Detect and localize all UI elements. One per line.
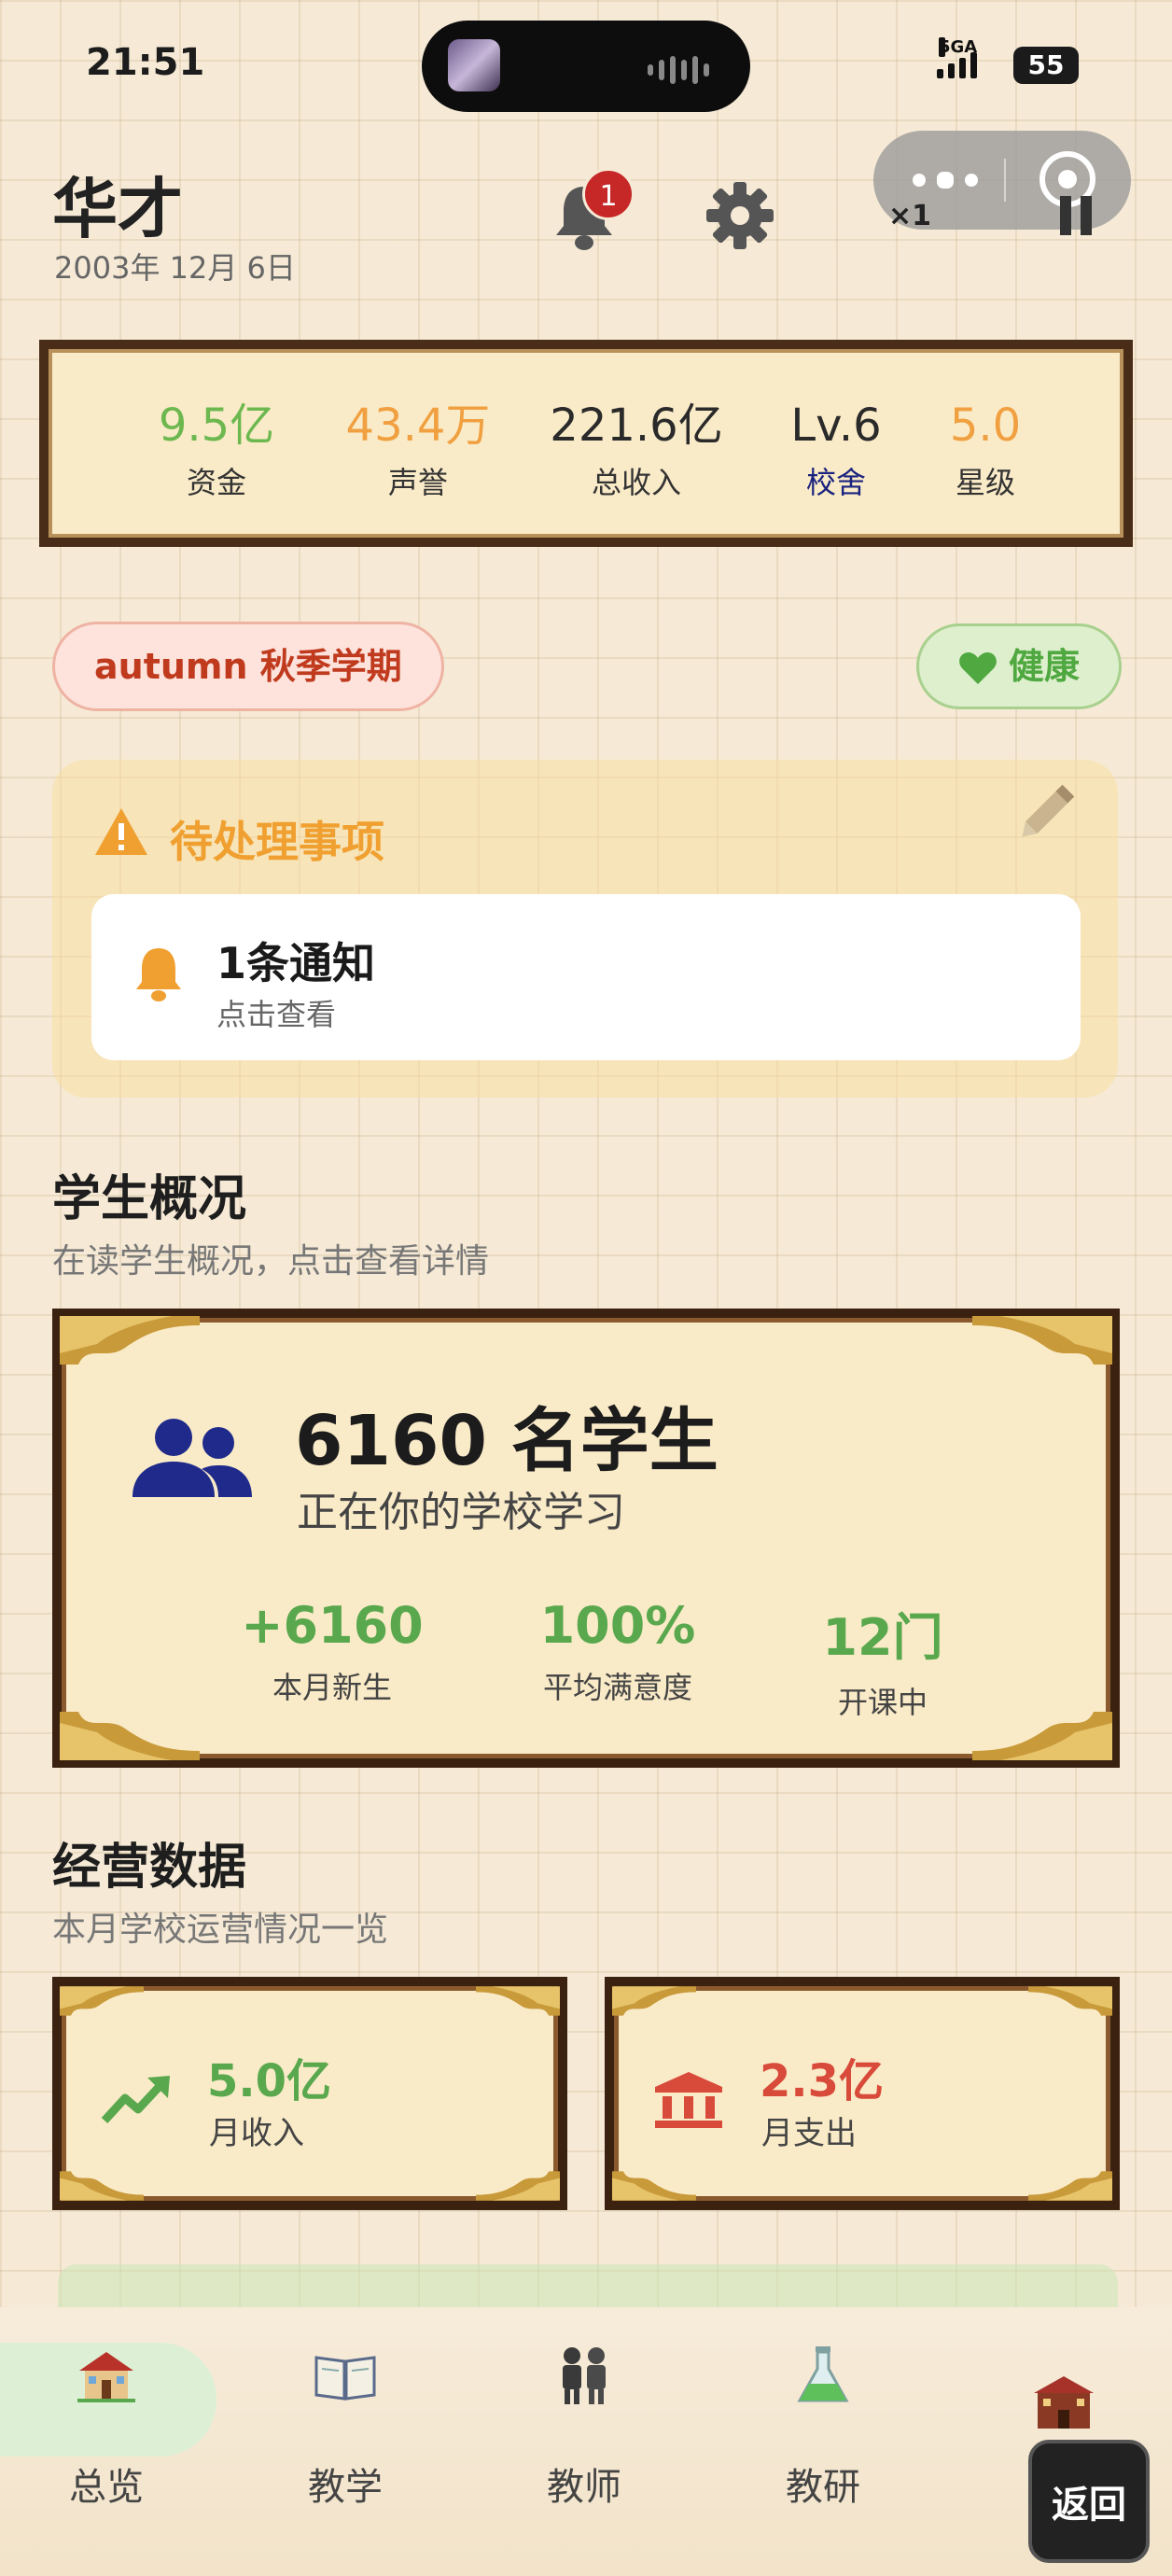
stat-total-income: 221.6亿 总收入 <box>543 399 730 502</box>
metric-value: +6160 <box>241 1596 424 1655</box>
expense-value: 2.3亿 <box>760 2055 885 2107</box>
next-card-peek <box>58 2264 1118 2307</box>
students-section-subtitle: 在读学生概况，点击查看详情 <box>52 1242 490 1281</box>
settings-gear-icon[interactable] <box>705 181 774 250</box>
stat-stars-value: 5.0 <box>949 399 1022 452</box>
game-date: 2003年 12月 6日 <box>54 250 296 286</box>
stat-funds-label: 资金 <box>186 465 246 500</box>
corner-ornament <box>1028 1986 1112 2016</box>
nav-tab-overview[interactable]: 总览 <box>4 2343 209 2511</box>
stat-funds: 9.5亿 资金 <box>123 399 310 502</box>
school-stats-card: 9.5亿 资金 43.4万 声誉 221.6亿 总收入 Lv.6 校舍 5.0 … <box>39 340 1133 547</box>
notification-badge: 1 <box>582 168 635 220</box>
metric-label: 平均满意度 <box>542 1670 692 1705</box>
nav-label: 总览 <box>69 2466 144 2509</box>
corner-ornament <box>476 1986 560 2016</box>
bottom-nav: 总览 教学 教师 教研 <box>0 2307 1172 2576</box>
stat-total-income-value: 221.6亿 <box>550 399 723 452</box>
pending-title: 待处理事项 <box>170 817 384 867</box>
nav-tab-research[interactable]: 教研 <box>720 2343 926 2511</box>
back-button[interactable]: 返回 <box>1028 2440 1150 2563</box>
status-time: 21:51 <box>86 41 205 84</box>
notice-title: 1条通知 <box>216 938 376 988</box>
capsule-divider <box>1004 159 1006 202</box>
metric-satisfaction: 100% 平均满意度 <box>496 1596 739 1707</box>
corner-ornament <box>60 1986 144 2016</box>
pause-button[interactable] <box>1060 196 1097 235</box>
pencil-icon <box>1022 784 1075 837</box>
book-icon <box>314 2356 376 2401</box>
signal-icon: 5GA <box>937 37 1002 78</box>
game-speed[interactable]: ×1 <box>888 200 931 232</box>
nav-label: 教研 <box>786 2466 860 2509</box>
stat-reputation: 43.4万 声誉 <box>325 399 511 502</box>
heart-icon <box>959 652 997 684</box>
metric-value: 12门 <box>822 1608 943 1667</box>
nav-label: 教师 <box>547 2466 621 2509</box>
stat-reputation-value: 43.4万 <box>345 399 491 452</box>
nav-tab-teachers[interactable]: 教师 <box>481 2343 687 2511</box>
pending-panel: 待处理事项 1条通知 点击查看 <box>52 760 1118 1098</box>
corner-ornament <box>1028 2171 1112 2201</box>
stat-total-income-label: 总收入 <box>591 465 681 500</box>
income-value: 5.0亿 <box>207 2055 332 2107</box>
notice-bell-icon <box>136 948 181 1001</box>
teachers-icon <box>563 2347 606 2404</box>
music-cover-icon <box>448 39 500 91</box>
trending-up-icon <box>101 2076 170 2124</box>
nav-label: 教学 <box>308 2466 383 2509</box>
corner-ornament <box>972 1316 1112 1365</box>
school-name: 华才 <box>52 171 183 247</box>
nav-tab-teaching[interactable]: 教学 <box>243 2343 448 2511</box>
metric-courses: 12门 开课中 <box>761 1596 1004 1722</box>
campus-building-icon[interactable] <box>1030 2373 1097 2432</box>
expense-label: 月支出 <box>761 2115 857 2152</box>
warning-icon <box>95 808 147 855</box>
students-card[interactable]: 6160 名学生 正在你的学校学习 +6160 本月新生 100% 平均满意度 … <box>52 1309 1120 1768</box>
corner-ornament <box>60 2171 144 2201</box>
corner-ornament <box>612 2171 696 2201</box>
business-section-title: 经营数据 <box>52 1840 247 1896</box>
student-count: 6160 名学生 <box>295 1401 719 1481</box>
stat-funds-value: 9.5亿 <box>158 399 275 452</box>
metric-value: 100% <box>539 1596 696 1655</box>
stat-stars: 5.0 星级 <box>892 399 1079 502</box>
corner-ornament <box>60 1316 200 1365</box>
monthly-income-card[interactable]: 5.0亿 月收入 <box>52 1977 567 2210</box>
season-badge: autumn 秋季学期 <box>52 622 444 711</box>
monthly-expense-card[interactable]: 2.3亿 月支出 <box>605 1977 1120 2210</box>
business-section-subtitle: 本月学校运营情况一览 <box>52 1911 389 1949</box>
students-section-title: 学生概况 <box>52 1171 247 1227</box>
metric-label: 本月新生 <box>272 1670 392 1705</box>
health-label: 健康 <box>1009 646 1081 687</box>
notice-subtitle: 点击查看 <box>216 997 337 1032</box>
network-type: 5GA <box>939 37 978 57</box>
health-badge[interactable]: 健康 <box>916 623 1122 709</box>
more-menu-button[interactable] <box>913 172 978 189</box>
battery-indicator: 55 <box>1013 47 1079 84</box>
audio-wave-icon <box>648 56 709 84</box>
metric-label: 开课中 <box>837 1685 928 1720</box>
corner-ornament <box>612 1986 696 2016</box>
corner-ornament <box>60 1712 200 1760</box>
metric-new-students: +6160 本月新生 <box>211 1596 453 1707</box>
student-count-subtitle: 正在你的学校学习 <box>297 1489 625 1536</box>
corner-ornament <box>476 2171 560 2201</box>
income-label: 月收入 <box>209 2115 304 2152</box>
students-group-icon <box>133 1419 252 1497</box>
notification-item[interactable]: 1条通知 点击查看 <box>91 894 1081 1060</box>
bank-icon <box>655 2072 722 2128</box>
dynamic-island <box>422 21 750 112</box>
stat-reputation-label: 声誉 <box>387 465 448 500</box>
flask-icon <box>797 2346 849 2402</box>
school-house-icon <box>77 2352 135 2402</box>
stat-stars-label: 星级 <box>955 465 1015 500</box>
